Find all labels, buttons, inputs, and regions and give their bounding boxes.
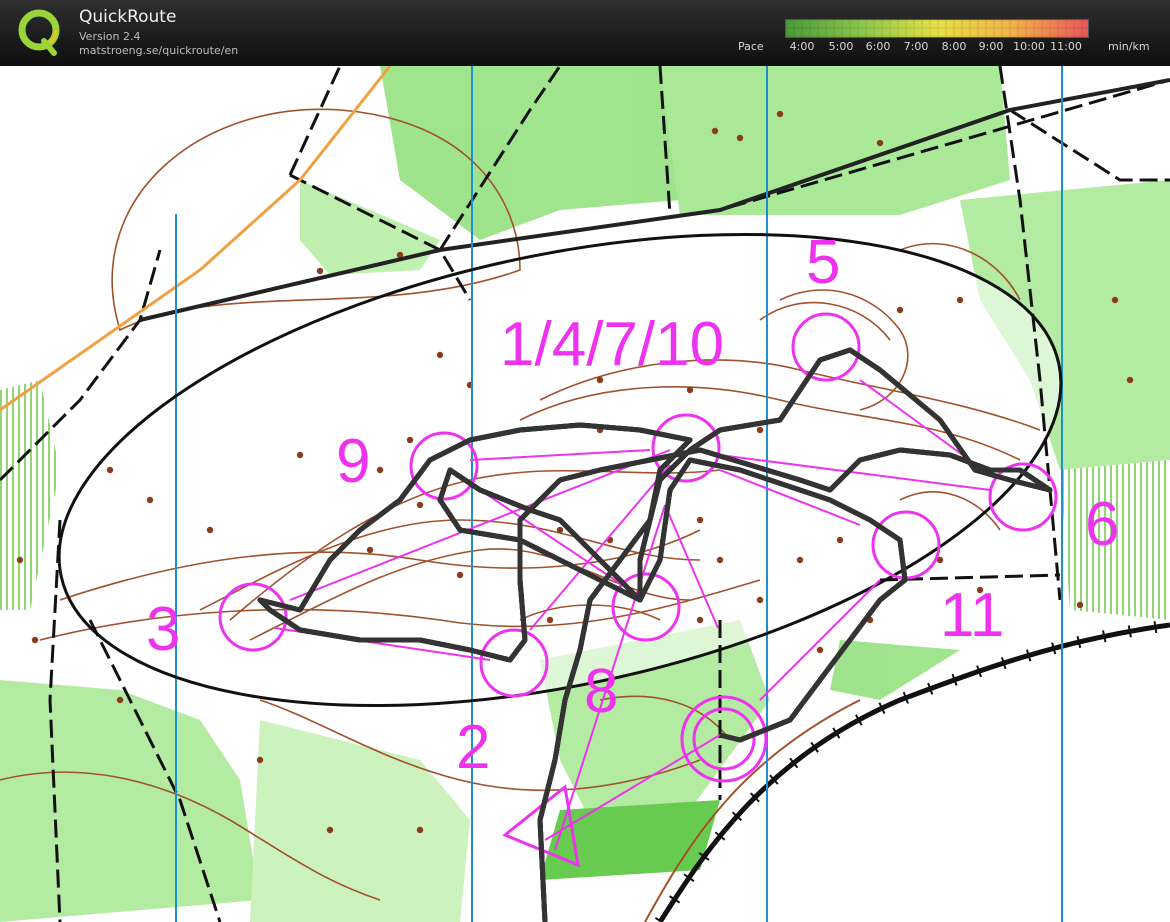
boulder-dot	[206, 526, 214, 534]
pace-tick-label: 6:00	[865, 40, 891, 53]
boulder-dot	[696, 616, 704, 624]
boulder-dot	[1111, 296, 1119, 304]
app-url: matstroeng.se/quickroute/en	[79, 44, 239, 57]
control-label-2: 2	[456, 713, 490, 782]
boulder-dot	[31, 636, 39, 644]
pace-label: Pace	[738, 40, 764, 53]
boulder-dot	[16, 556, 24, 564]
boulder-dot	[711, 127, 719, 135]
boulder-dot	[366, 546, 374, 554]
boulder-dot	[146, 496, 154, 504]
boulder-dot	[436, 351, 444, 359]
boulder-dot	[456, 571, 464, 579]
boulder-dot	[256, 756, 264, 764]
boulder-dot	[896, 306, 904, 314]
boulder-dot	[686, 386, 694, 394]
control-label-9: 9	[336, 427, 370, 496]
app-header: QuickRoute Version 2.4 matstroeng.se/qui…	[0, 0, 1170, 66]
quickroute-logo-icon	[18, 9, 60, 56]
boulder-dot	[326, 826, 334, 834]
boulder-dot	[1126, 376, 1134, 384]
boulder-dot	[316, 267, 324, 275]
pace-color-scale	[785, 19, 1089, 38]
boulder-dot	[816, 646, 824, 654]
pace-tick-label: 8:00	[941, 40, 967, 53]
pace-tick-label: 5:00	[828, 40, 854, 53]
pace-tick-label: 7:00	[903, 40, 929, 53]
pace-unit: min/km	[1108, 40, 1150, 53]
boulder-dot	[956, 296, 964, 304]
boulder-dot	[696, 516, 704, 524]
boulder-dot	[1076, 601, 1084, 609]
boulder-dot	[876, 139, 884, 147]
boulder-dot	[416, 826, 424, 834]
app-title: QuickRoute	[79, 7, 177, 27]
control-label-11: 11	[940, 581, 1004, 650]
control-label-8: 8	[584, 657, 618, 726]
boulder-dot	[296, 451, 304, 459]
pace-tick-label: 4:00	[789, 40, 815, 53]
boulder-dot	[416, 501, 424, 509]
boulder-dot	[106, 466, 114, 474]
boulder-dot	[836, 536, 844, 544]
boulder-dot	[116, 696, 124, 704]
orienteering-map[interactable]: 1/4/7/10 2 3 5 6 8 9 11	[0, 66, 1170, 922]
boulder-dot	[556, 526, 564, 534]
boulder-dot	[546, 616, 554, 624]
pace-tick-label: 9:00	[978, 40, 1004, 53]
boulder-dot	[756, 596, 764, 604]
boulder-dot	[736, 134, 744, 142]
boulder-dot	[406, 436, 414, 444]
control-label-5: 5	[806, 228, 840, 297]
boulder-dot	[376, 466, 384, 474]
boulder-dot	[756, 426, 764, 434]
control-label-6: 6	[1085, 490, 1119, 559]
boulder-dot	[796, 556, 804, 564]
boulder-dot	[776, 110, 784, 118]
pace-tick-label: 11:00	[1050, 40, 1082, 53]
app-version: Version 2.4	[79, 30, 141, 43]
control-label-3: 3	[146, 595, 180, 664]
boulder-dot	[716, 556, 724, 564]
control-label-1-4-7-10: 1/4/7/10	[500, 310, 724, 379]
pace-tick-label: 10:00	[1013, 40, 1045, 53]
